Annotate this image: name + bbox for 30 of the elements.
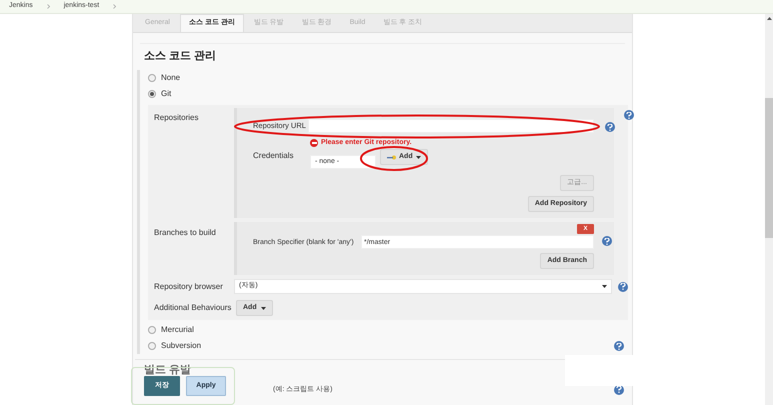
caret-icon (260, 306, 266, 310)
field-label: Credentials (253, 151, 294, 160)
help-icon[interactable] (602, 236, 612, 246)
error-icon (310, 139, 318, 147)
help-icon[interactable] (624, 110, 634, 120)
key-icon (387, 154, 396, 160)
highlight-ellipse (359, 145, 429, 172)
radio-label: Subversion (161, 340, 202, 352)
field-label: Branches to build (153, 227, 217, 239)
chevron-icon (46, 4, 50, 9)
caret-icon (416, 156, 421, 158)
repository-url-field[interactable] (308, 119, 594, 133)
radio-button[interactable] (148, 74, 156, 82)
field-label: Additional Behaviours (153, 302, 232, 314)
field-label: Repositories (153, 112, 200, 124)
caret-icon (602, 285, 607, 288)
scrollbar-thumb[interactable] (765, 98, 773, 238)
radio-label: Git (161, 88, 172, 100)
chevron-icon (113, 4, 116, 9)
radio-button[interactable] (148, 90, 156, 98)
radio-label: Mercurial (161, 324, 194, 336)
field-label: Repository browser (153, 280, 224, 292)
radio-label: None (161, 72, 180, 84)
scroll-up-icon[interactable] (766, 17, 772, 20)
help-icon[interactable] (605, 122, 615, 132)
radio-button[interactable] (148, 342, 156, 350)
section-title: 소스 코드 관리 (144, 48, 218, 64)
radio-button[interactable] (148, 326, 156, 334)
help-icon[interactable] (614, 341, 624, 351)
help-icon[interactable] (618, 282, 628, 292)
